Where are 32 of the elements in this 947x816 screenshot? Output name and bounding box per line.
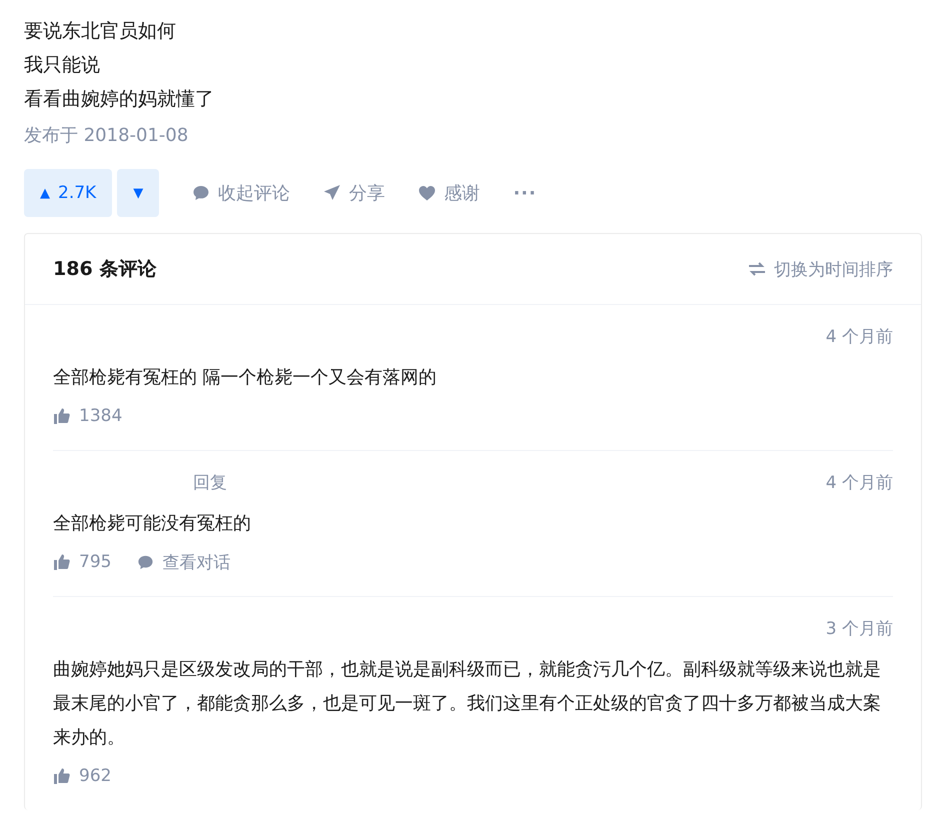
share-button[interactable]: 分享	[323, 181, 386, 205]
speech-bubble-icon	[192, 184, 210, 202]
comment-text: 曲婉婷她妈只是区级发改局的干部，也就是说是副科级而已，就能贪污几个亿。副科级就等级来说也就是最末尾的小官了，都能贪那么多，也是可见一斑了。我们这里有个正处级的官贪了四十多万都被当成大案来办的。	[53, 658, 882, 750]
comment-text: 全部枪毙可能没有冤枉的	[53, 512, 252, 536]
paper-plane-icon	[323, 184, 342, 202]
thumbs-up-icon	[53, 767, 71, 785]
speech-bubble-icon	[137, 554, 154, 570]
downvote-button[interactable]: ▼	[117, 169, 160, 217]
comment-text: 全部枪毙有冤枉的 隔一个枪毙一个又会有落网的	[53, 366, 438, 390]
heart-icon	[418, 184, 436, 202]
view-conversation-link[interactable]: 查看对话	[137, 550, 230, 574]
swap-arrows-icon	[748, 262, 766, 276]
more-button[interactable]: ···	[513, 182, 537, 204]
comment-count: 186 条评论	[53, 257, 156, 282]
upvote-button[interactable]: ▲ 2.7K	[24, 169, 112, 217]
answer-line: 看看曲婉婷的妈就懂了	[24, 87, 215, 112]
like-count: 1384	[79, 406, 122, 426]
thumbs-up-icon	[53, 553, 71, 571]
sort-toggle[interactable]: 切换为时间排序	[748, 258, 893, 280]
comment-time: 4 个月前	[826, 472, 893, 495]
like-count: 962	[79, 766, 112, 786]
comment-time: 3 个月前	[826, 618, 893, 641]
publish-date: 发布于 2018-01-08	[24, 124, 190, 148]
comment-time: 4 个月前	[826, 326, 893, 349]
answer-line: 要说东北官员如何	[24, 19, 177, 44]
reply-label: 回复	[193, 472, 227, 495]
thumbs-up-icon	[53, 407, 71, 425]
thanks-button[interactable]: 感谢	[418, 181, 480, 205]
like-count: 795	[79, 552, 112, 572]
answer-line: 我只能说	[24, 53, 101, 78]
up-triangle-icon: ▲	[40, 186, 50, 200]
comment-button[interactable]: 收起评论	[192, 181, 290, 205]
